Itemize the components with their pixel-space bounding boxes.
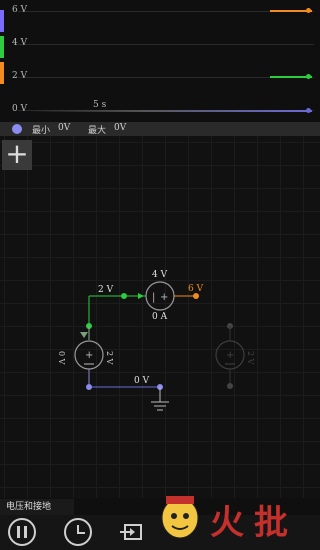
svg-text:+: +	[160, 292, 168, 303]
label-4v: 4 V	[152, 270, 168, 280]
export-button[interactable]	[118, 520, 144, 544]
node-2v-right	[121, 293, 127, 299]
series-swatch-purple	[0, 10, 4, 32]
series-swatch-green	[0, 36, 4, 58]
src-left-v2: 2 V	[105, 351, 114, 365]
node-0v-left	[86, 384, 92, 390]
label-6v: 6 V	[188, 284, 204, 294]
svg-text:火: 火	[210, 503, 244, 543]
v-label-2: 2 V	[12, 71, 28, 81]
legend-min-value: 0V	[58, 123, 71, 133]
legend-max-label: 最大	[88, 126, 107, 136]
legend-min-label: 最小	[32, 126, 51, 136]
export-icon	[120, 524, 142, 540]
scope-legend-bar: 最小 0V 最大 0V	[0, 122, 320, 136]
pause-button[interactable]	[8, 518, 36, 546]
legend-dot	[12, 124, 22, 134]
time-label: 5 s	[93, 100, 107, 110]
trace-purple	[28, 110, 312, 112]
watermark-logo: 火 批	[161, 496, 288, 543]
label-2v: 2 V	[98, 285, 114, 295]
oscilloscope-panel[interactable]: 6 V 4 V 2 V 0 V 5 s	[0, 0, 320, 122]
clock-button[interactable]	[64, 518, 92, 546]
svg-text:+: +	[85, 350, 93, 361]
v-label-6: 6 V	[12, 5, 28, 15]
src-left-v: 0 V	[57, 351, 66, 365]
hint-label: 电压和接地	[0, 499, 74, 515]
src-right-v: 2 V	[246, 351, 255, 365]
legend-max-value: 0V	[114, 123, 127, 133]
v-label-4: 4 V	[12, 38, 28, 48]
series-swatch-orange	[0, 62, 4, 84]
svg-text:|: |	[152, 292, 155, 303]
pause-icon	[17, 526, 20, 538]
label-0a: 0 A	[152, 312, 168, 322]
svg-text:+: +	[226, 350, 234, 361]
svg-text:批: 批	[254, 503, 288, 543]
circuit-diagram[interactable]: 2 V | + 4 V 6 V 0 A + 0 V 2 V 0 V + 2 V	[0, 136, 320, 498]
v-label-0: 0 V	[12, 104, 28, 114]
label-0v: 0 V	[134, 376, 150, 386]
